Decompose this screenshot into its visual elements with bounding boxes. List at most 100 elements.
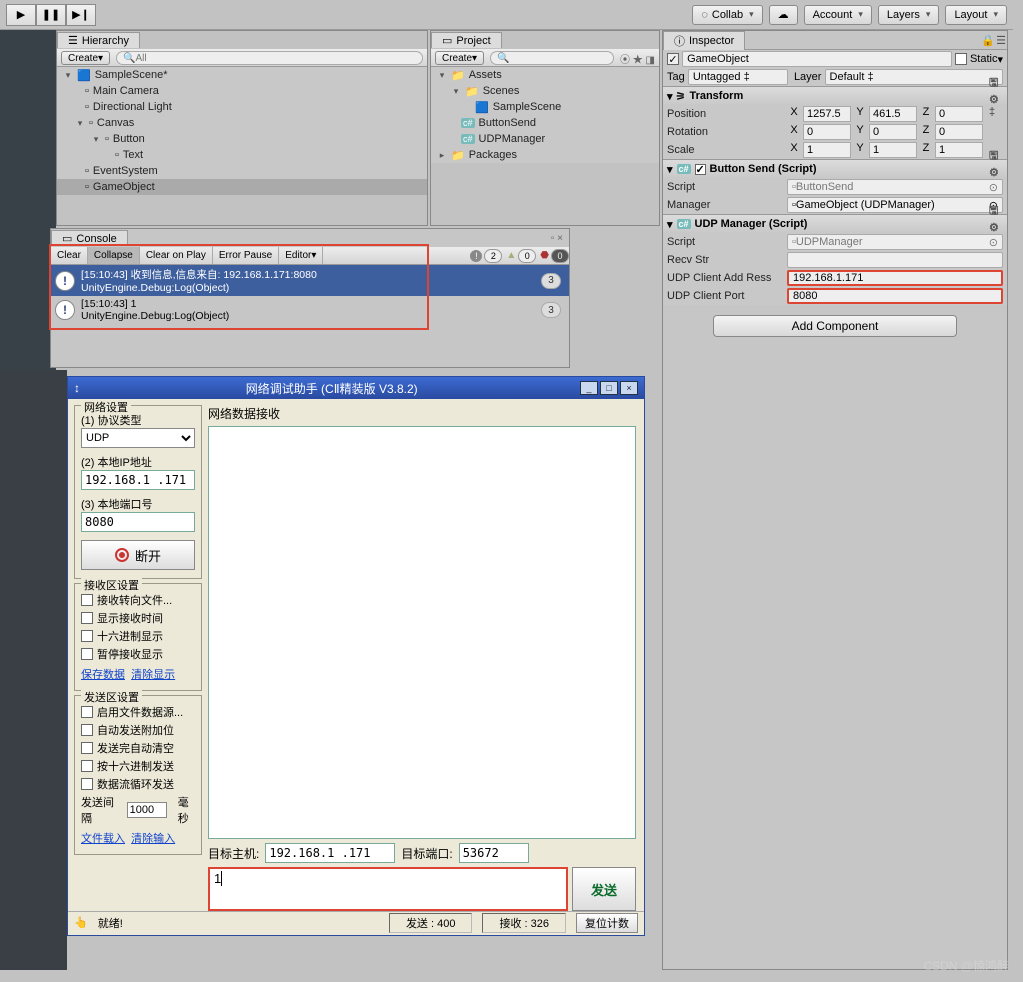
clear-display-link[interactable]: 清除显示 [131, 669, 175, 681]
hierarchy-search[interactable]: 🔍All [116, 51, 423, 65]
titlebar[interactable]: ↕ 网络调试助手 (CⅡ精装版 V3.8.2) _ □ × [68, 377, 644, 399]
hierarchy-item-selected[interactable]: ▫ GameObject [57, 179, 427, 195]
add-component-button[interactable]: Add Component [713, 315, 957, 337]
local-ip-input[interactable] [81, 470, 195, 490]
project-tab[interactable]: ▭ Project [431, 32, 502, 48]
pos-x[interactable] [803, 106, 851, 122]
recv-textarea[interactable] [208, 426, 636, 839]
panel-controls[interactable]: ▫ × [551, 233, 569, 244]
console-errorpause-button[interactable]: Error Pause [213, 247, 279, 264]
console-editor-button[interactable]: Editor ▾ [279, 247, 323, 264]
console-collapse-button[interactable]: Collapse [88, 247, 140, 264]
manager-field[interactable]: ▫ GameObject (UDPManager)⊙ [787, 197, 1003, 213]
gameobject-active-checkbox[interactable]: ✓ [667, 53, 679, 65]
component-menu-icon[interactable]: 🖫 ⚙ ‡ [989, 89, 1003, 103]
panel-menu-icon[interactable]: ☰ [995, 34, 1007, 47]
udpmanager-header[interactable]: ▾ c# UDP Manager (Script) 🖫 ⚙ ‡ [663, 215, 1007, 233]
interval-input[interactable] [127, 802, 167, 818]
target-port-input[interactable] [459, 843, 529, 863]
port-field[interactable]: 8080 [787, 288, 1003, 304]
send-textarea[interactable]: 1 [208, 867, 568, 911]
send-opt[interactable]: 按十六进制发送 [81, 758, 195, 774]
packages-row[interactable]: ▸📁 Packages [431, 147, 659, 163]
rot-z[interactable] [935, 124, 983, 140]
static-checkbox[interactable] [955, 53, 967, 65]
step-button[interactable]: ▶❙ [66, 4, 96, 26]
send-opt[interactable]: 启用文件数据源... [81, 704, 195, 720]
disconnect-button[interactable]: 断开 [81, 540, 195, 570]
console-log-row[interactable]: ! [15:10:43] 收到信息,信息来自: 192.168.1.171:80… [51, 265, 569, 296]
inspector-tab[interactable]: ⓘ Inspector [663, 31, 745, 50]
send-opt[interactable]: 自动发送附加位 [81, 722, 195, 738]
component-menu-icon[interactable]: 🖫 ⚙ ‡ [989, 162, 1003, 176]
project-search[interactable]: 🔍 [490, 51, 614, 65]
target-host-input[interactable] [265, 843, 395, 863]
play-button[interactable]: ▶ [6, 4, 36, 26]
info-count[interactable]: 2 [484, 249, 502, 263]
warn-count[interactable]: 0 [518, 249, 536, 263]
recv-opt[interactable]: 十六进制显示 [81, 628, 195, 644]
tag-dropdown[interactable]: Untagged ‡ [688, 69, 788, 85]
panel-lock-icon[interactable]: 🔒 [981, 33, 995, 47]
send-opt[interactable]: 数据流循环发送 [81, 776, 195, 792]
hierarchy-item[interactable]: ▫ Text [57, 147, 427, 163]
local-port-input[interactable] [81, 512, 195, 532]
gameobject-name-field[interactable]: GameObject [682, 51, 952, 67]
layer-dropdown[interactable]: Default ‡ [825, 69, 1003, 85]
target-host-label: 目标主机: [208, 845, 259, 862]
filter-icons[interactable]: ⦿ ★ ◨ [620, 51, 655, 66]
scene-row[interactable]: ▾🟦 SampleScene* [57, 67, 427, 83]
rot-x[interactable] [803, 124, 851, 140]
console-clear-button[interactable]: Clear [51, 247, 88, 264]
script-label: Script [667, 181, 787, 193]
assets-row[interactable]: ▾📁 Assets [431, 67, 659, 83]
pause-button[interactable]: ❚❚ [36, 4, 66, 26]
scl-z[interactable] [935, 142, 983, 158]
hierarchy-item[interactable]: ▫ EventSystem [57, 163, 427, 179]
console-log-row[interactable]: ! [15:10:43] 1 UnityEngine.Debug:Log(Obj… [51, 296, 569, 324]
hierarchy-create-button[interactable]: Create ▾ [61, 51, 110, 65]
folder-row[interactable]: ▾📁 Scenes [431, 83, 659, 99]
scl-y[interactable] [869, 142, 917, 158]
collab-button[interactable]: ◌ Collab [692, 5, 762, 25]
protocol-select[interactable]: UDP [81, 428, 195, 448]
layers-button[interactable]: Layers [878, 5, 940, 25]
hierarchy-item[interactable]: ▾▫ Button [57, 131, 427, 147]
file-load-link[interactable]: 文件载入 [81, 833, 125, 845]
recv-opt[interactable]: 显示接收时间 [81, 610, 195, 626]
account-button[interactable]: Account [804, 5, 872, 25]
project-create-button[interactable]: Create ▾ [435, 51, 484, 65]
send-button[interactable]: 发送 [572, 867, 636, 911]
rot-y[interactable] [869, 124, 917, 140]
console-tab[interactable]: ▭ Console [51, 230, 128, 246]
err-count[interactable]: 0 [551, 249, 569, 263]
hierarchy-tab[interactable]: ☰ Hierarchy [57, 32, 140, 48]
pos-z[interactable] [935, 106, 983, 122]
hierarchy-item[interactable]: ▫ Main Camera [57, 83, 427, 99]
recv-opt[interactable]: 暂停接收显示 [81, 646, 195, 662]
save-data-link[interactable]: 保存数据 [81, 669, 125, 681]
cloud-button[interactable]: ☁ [769, 5, 798, 25]
layout-button[interactable]: Layout [945, 5, 1007, 25]
maximize-button[interactable]: □ [600, 381, 618, 395]
recv-field[interactable] [787, 252, 1003, 268]
recv-opt[interactable]: 接收转向文件... [81, 592, 195, 608]
send-opt[interactable]: 发送完自动清空 [81, 740, 195, 756]
addr-field[interactable]: 192.168.1.171 [787, 270, 1003, 286]
asset-row[interactable]: 🟦 SampleScene [431, 99, 659, 115]
asset-row[interactable]: c# ButtonSend [431, 115, 659, 131]
close-button[interactable]: × [620, 381, 638, 395]
reset-count-button[interactable]: 复位计数 [576, 913, 638, 933]
minimize-button[interactable]: _ [580, 381, 598, 395]
pos-y[interactable] [869, 106, 917, 122]
buttonsend-header[interactable]: ▾ c# ✓ Button Send (Script) 🖫 ⚙ ‡ [663, 160, 1007, 178]
hierarchy-item[interactable]: ▫ Directional Light [57, 99, 427, 115]
clear-input-link[interactable]: 清除输入 [131, 833, 175, 845]
hierarchy-item[interactable]: ▾▫ Canvas [57, 115, 427, 131]
scl-x[interactable] [803, 142, 851, 158]
asset-row[interactable]: c# UDPManager [431, 131, 659, 147]
console-clearonplay-button[interactable]: Clear on Play [140, 247, 213, 264]
transform-header[interactable]: ▾ ⚞ Transform 🖫 ⚙ ‡ [663, 87, 1007, 105]
err-icon: ⬣ [540, 250, 549, 261]
component-menu-icon[interactable]: 🖫 ⚙ ‡ [989, 217, 1003, 231]
